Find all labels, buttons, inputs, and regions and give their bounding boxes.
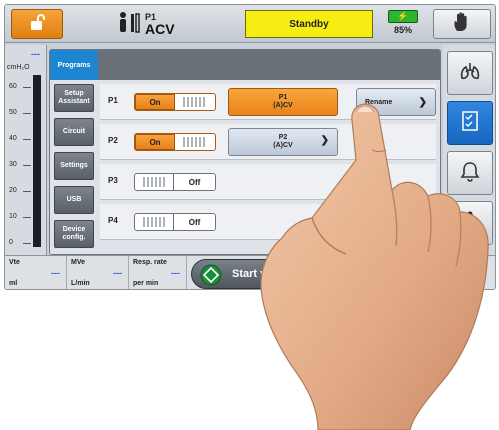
param-vte: Vte --- ml bbox=[5, 256, 67, 289]
monitoring-bar: Vte --- ml MVe --- L/min Resp. rate --- … bbox=[5, 255, 495, 289]
gauge-tick: 60 bbox=[9, 83, 17, 90]
pressure-gauge: --- cmH₂O 60 50 40 30 20 10 0 bbox=[5, 45, 47, 255]
setup-assistant-button[interactable]: Setup Assistant bbox=[54, 84, 94, 112]
toggle-on-label: On bbox=[135, 134, 175, 150]
program-toggle-p3[interactable]: Off bbox=[134, 173, 216, 191]
hand-icon bbox=[451, 11, 473, 38]
pressure-reading: --- bbox=[31, 49, 40, 59]
monitoring-button[interactable] bbox=[447, 51, 493, 95]
param-name: Resp. rate bbox=[133, 259, 167, 266]
gauge-tick-line bbox=[23, 87, 31, 88]
rename-button[interactable]: Rename ❯ bbox=[356, 88, 436, 116]
rename-label: Rename bbox=[365, 98, 393, 106]
alarms-button[interactable] bbox=[447, 151, 493, 195]
patient-mode-display: P1 ACV bbox=[117, 9, 175, 39]
param-resp-rate: Resp. rate --- per min bbox=[129, 256, 187, 289]
toggle-off-label: Off bbox=[173, 214, 215, 230]
program-label: P1 bbox=[108, 96, 118, 105]
toggle-grip bbox=[183, 97, 207, 107]
battery-icon: ⚡ bbox=[388, 10, 418, 23]
battery-percent: 85% bbox=[393, 25, 412, 35]
program-toggle-p4[interactable]: Off bbox=[134, 213, 216, 231]
lungs-icon bbox=[459, 61, 481, 86]
unlock-icon bbox=[28, 13, 46, 36]
info-icon bbox=[464, 210, 476, 237]
gauge-tick-line bbox=[23, 191, 31, 192]
gauge-tick-line bbox=[23, 165, 31, 166]
param-value: --- bbox=[113, 268, 122, 278]
program-row-p4: P4 Off bbox=[100, 204, 436, 240]
alarm-bell-icon bbox=[459, 160, 481, 187]
toggle-on-label: On bbox=[135, 94, 175, 110]
ventilation-mode: ACV bbox=[145, 21, 175, 37]
panel-body: Setup Assistant Circuit Settings USB Dev… bbox=[50, 80, 440, 254]
top-status-bar: P1 ACV Standby ⚡ 85% bbox=[5, 5, 495, 43]
program-label: P3 bbox=[108, 176, 118, 185]
usb-button[interactable]: USB bbox=[54, 186, 94, 214]
gauge-tick-line bbox=[23, 113, 31, 114]
param-name: Vte bbox=[9, 259, 20, 266]
toggle-off-label: Off bbox=[173, 174, 215, 190]
info-button[interactable] bbox=[447, 201, 493, 245]
ventilator-screen: P1 ACV Standby ⚡ 85% --- cmH₂O 60 50 40 … bbox=[4, 4, 496, 290]
param-value: --- bbox=[51, 268, 60, 278]
pressure-bar bbox=[33, 75, 41, 247]
battery-status: ⚡ 85% bbox=[383, 9, 423, 39]
program-row-p3: P3 Off bbox=[100, 164, 436, 200]
mode-name: P1 bbox=[278, 94, 288, 101]
program-mode-button-p1[interactable]: P1 (A)CV bbox=[228, 88, 338, 116]
gauge-tick: 10 bbox=[9, 213, 17, 220]
gauge-tick: 50 bbox=[9, 109, 17, 116]
mode-type: (A)CV bbox=[273, 142, 293, 149]
chevron-right-icon: ❯ bbox=[320, 135, 329, 146]
programs-panel: Programs Setup Assistant Circuit Setting… bbox=[49, 49, 441, 255]
toggle-grip bbox=[143, 217, 167, 227]
program-list: P1 On P1 (A)CV Rename ❯ P2 On P2 (A)CV ❯… bbox=[100, 84, 436, 254]
param-mve: MVe --- L/min bbox=[67, 256, 129, 289]
gauge-tick: 20 bbox=[9, 187, 17, 194]
device-config-button[interactable]: Device config. bbox=[54, 220, 94, 248]
mode-type: (A)CV bbox=[273, 102, 293, 109]
toggle-grip bbox=[143, 177, 167, 187]
program-row-p2: P2 On P2 (A)CV ❯ bbox=[100, 124, 436, 160]
panel-header: Programs bbox=[50, 50, 440, 80]
param-name: MVe bbox=[71, 259, 86, 266]
alarm-silence-button[interactable] bbox=[433, 9, 491, 39]
param-unit: ml bbox=[9, 280, 18, 287]
param-unit: L/min bbox=[71, 280, 90, 287]
tab-programs[interactable]: Programs bbox=[50, 50, 98, 80]
toggle-grip bbox=[183, 137, 207, 147]
gauge-tick: 30 bbox=[9, 161, 17, 168]
unlock-button[interactable] bbox=[11, 9, 63, 39]
circuit-button[interactable]: Circuit bbox=[54, 118, 94, 146]
start-label: Start ve bbox=[232, 268, 273, 280]
mode-name: P2 bbox=[278, 134, 288, 141]
pressure-unit: cmH₂O bbox=[7, 64, 30, 71]
program-label: P4 bbox=[108, 216, 118, 225]
start-icon bbox=[200, 264, 222, 286]
gauge-tick: 40 bbox=[9, 135, 17, 142]
checklist-icon bbox=[461, 110, 479, 137]
settings-button[interactable]: Settings bbox=[54, 152, 94, 180]
param-unit: per min bbox=[133, 280, 159, 287]
program-mode-button-p2[interactable]: P2 (A)CV ❯ bbox=[228, 128, 338, 156]
patient-icon bbox=[117, 10, 141, 39]
program-label: P2 bbox=[108, 136, 118, 145]
chevron-right-icon: ❯ bbox=[418, 97, 427, 108]
program-toggle-p1[interactable]: On bbox=[134, 93, 216, 111]
gauge-tick: 0 bbox=[9, 239, 13, 246]
param-value: --- bbox=[171, 268, 180, 278]
right-navigation-rail bbox=[443, 45, 495, 255]
start-ventilation-button[interactable]: Start ve bbox=[191, 259, 331, 289]
gauge-tick-line bbox=[23, 217, 31, 218]
checklist-button[interactable] bbox=[447, 101, 493, 145]
program-row-p1: P1 On P1 (A)CV Rename ❯ bbox=[100, 84, 436, 120]
status-badge: Standby bbox=[245, 10, 373, 38]
program-toggle-p2[interactable]: On bbox=[134, 133, 216, 151]
gauge-tick-line bbox=[23, 243, 31, 244]
gauge-tick-line bbox=[23, 139, 31, 140]
